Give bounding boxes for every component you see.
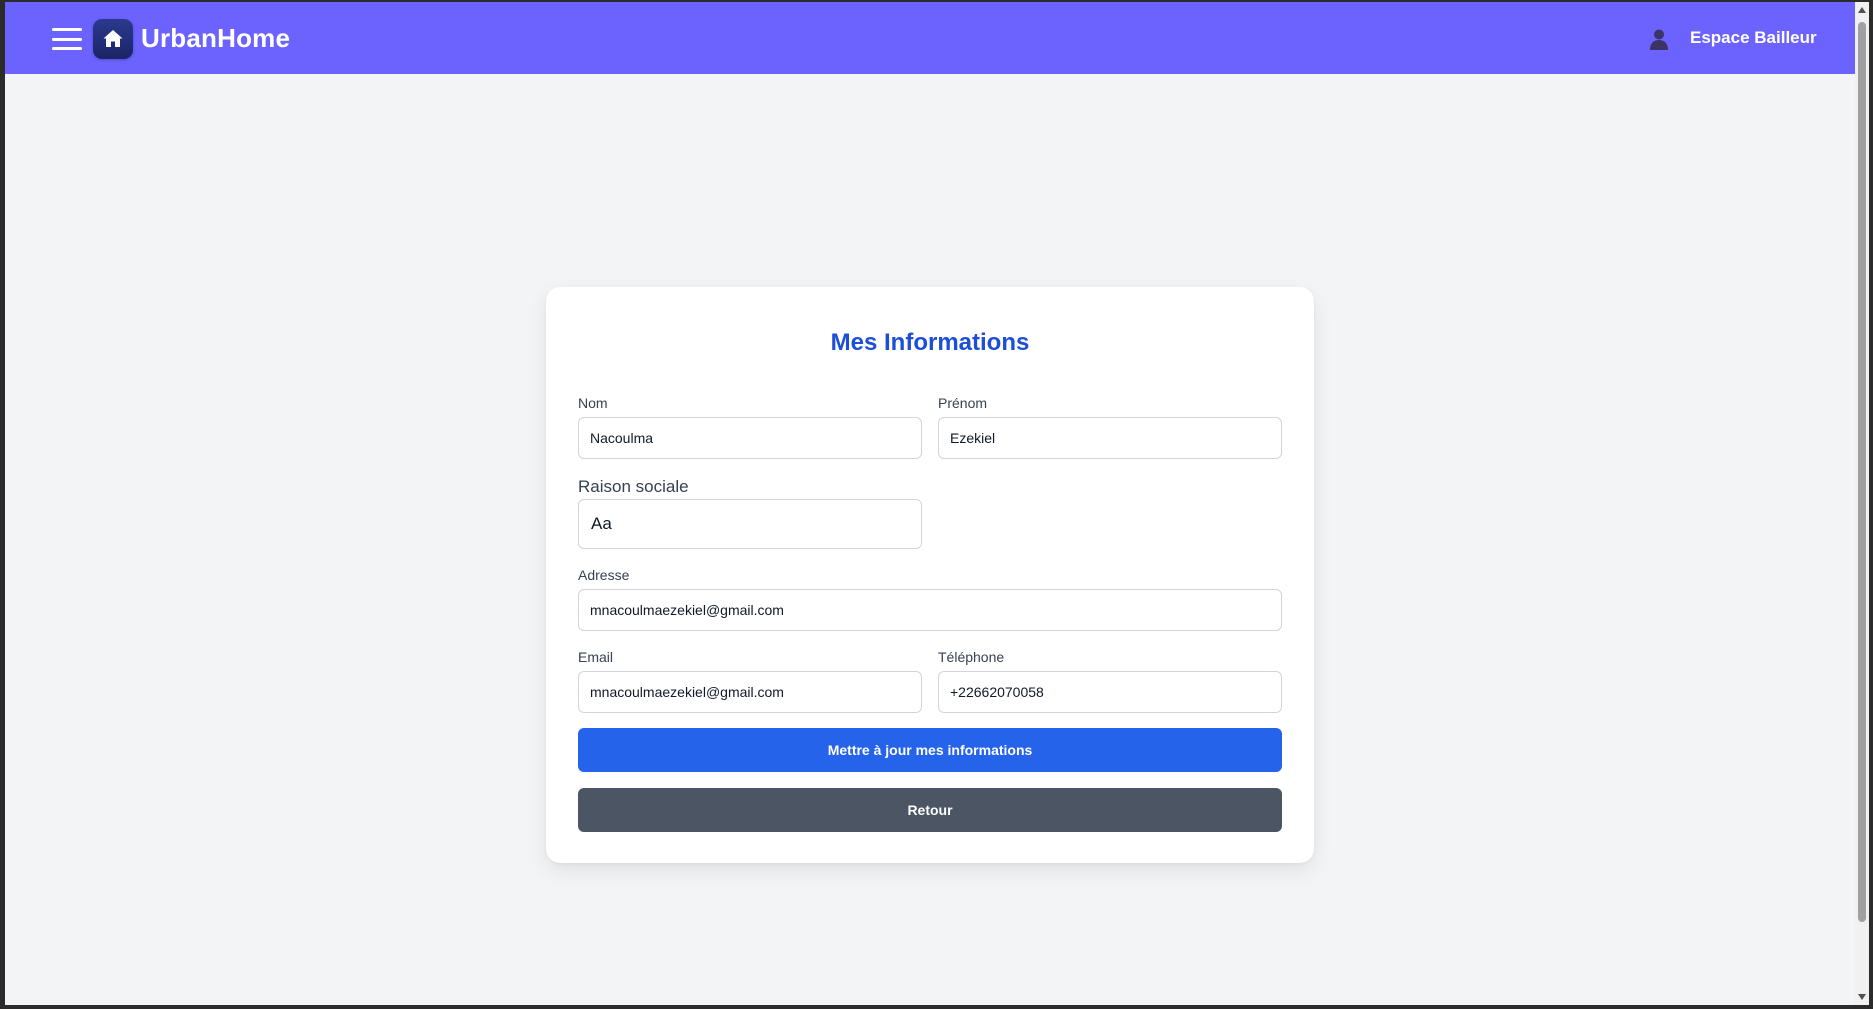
telephone-label: Téléphone: [938, 649, 1005, 665]
user-icon[interactable]: [1647, 27, 1671, 51]
profile-form-card: Mes Informations Nom Prénom Raison socia…: [546, 287, 1314, 863]
back-button[interactable]: Retour: [578, 788, 1282, 832]
nom-label: Nom: [578, 395, 608, 411]
scrollbar-thumb[interactable]: [1858, 22, 1866, 922]
adresse-label: Adresse: [578, 567, 630, 583]
email-input[interactable]: [578, 671, 922, 713]
prenom-input[interactable]: [938, 417, 1282, 459]
scroll-down-icon[interactable]: [1857, 992, 1867, 1002]
form-title: Mes Informations: [830, 329, 1030, 356]
scroll-up-icon[interactable]: [1857, 5, 1867, 15]
update-info-button[interactable]: Mettre à jour mes informations: [578, 728, 1282, 772]
top-navbar: UrbanHome Espace Bailleur: [5, 2, 1855, 74]
adresse-input[interactable]: [578, 589, 1282, 631]
page: UrbanHome Espace Bailleur Mes Informatio…: [5, 2, 1855, 1005]
hamburger-menu-icon[interactable]: [52, 28, 82, 50]
vertical-scrollbar[interactable]: [1855, 2, 1869, 1005]
raison-sociale-input[interactable]: [578, 499, 922, 549]
raison-sociale-label: Raison sociale: [578, 477, 689, 496]
brand-name[interactable]: UrbanHome: [141, 23, 290, 54]
email-label: Email: [578, 649, 614, 665]
prenom-label: Prénom: [938, 395, 988, 411]
telephone-input[interactable]: [938, 671, 1282, 713]
home-icon[interactable]: [93, 19, 133, 59]
nom-input[interactable]: [578, 417, 922, 459]
espace-bailleur-link[interactable]: Espace Bailleur: [1690, 28, 1817, 48]
